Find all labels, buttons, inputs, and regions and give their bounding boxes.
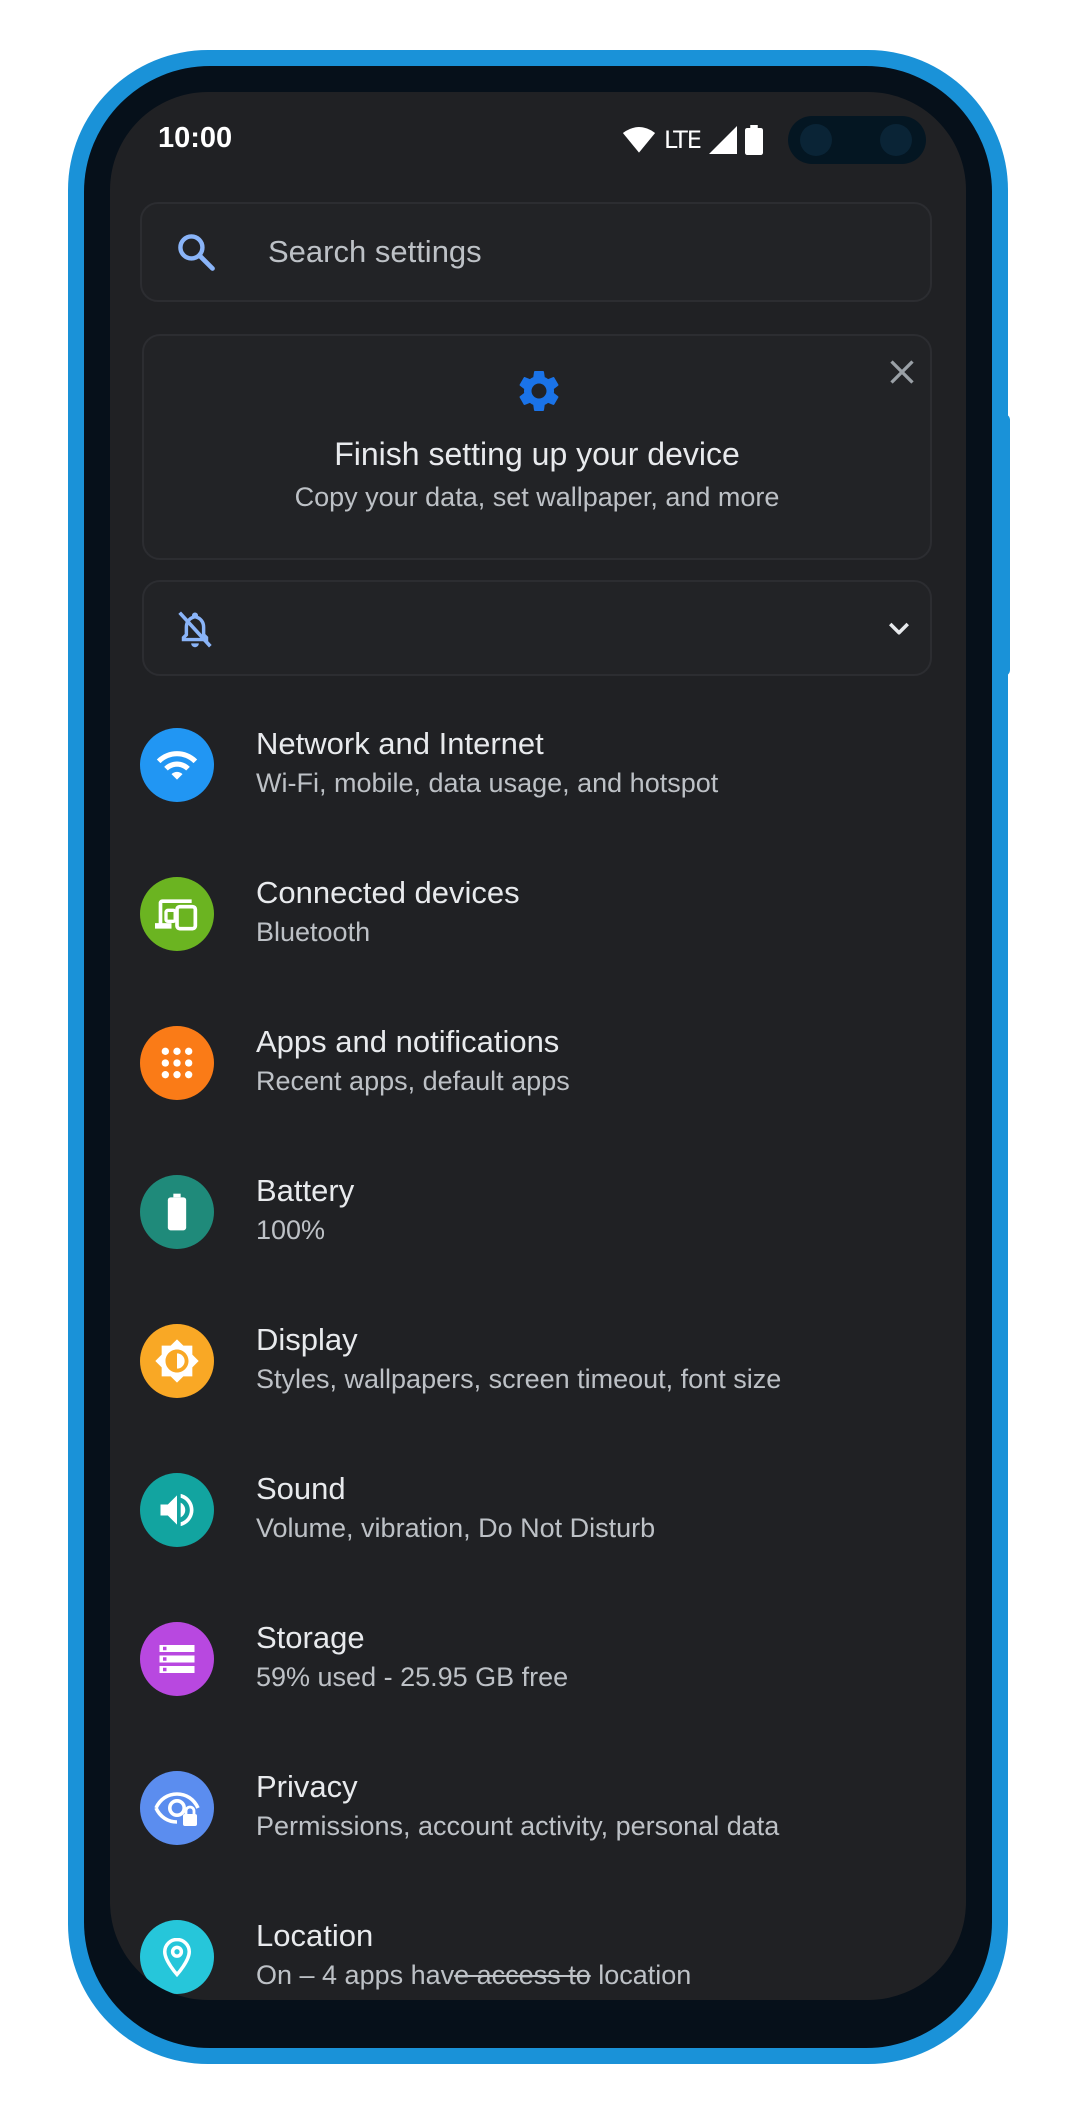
setting-subtitle: Volume, vibration, Do Not Disturb — [256, 1513, 656, 1543]
settings-list: Network and Internet Wi-Fi, mobile, data… — [110, 710, 966, 2000]
devices-icon — [140, 877, 214, 951]
setting-title: Privacy — [256, 1769, 358, 1804]
apps-grid-icon — [140, 1026, 214, 1100]
setting-title: Network and Internet — [256, 726, 544, 761]
dnd-conditional-card[interactable] — [142, 580, 932, 676]
setup-suggestion-card[interactable]: Finish setting up your device Copy your … — [142, 334, 932, 560]
location-subtitle-strike: e access to — [454, 1960, 591, 1990]
setting-subtitle: Recent apps, default apps — [256, 1066, 570, 1096]
setting-storage[interactable]: Storage 59% used - 25.95 GB free — [110, 1604, 966, 1753]
setting-display[interactable]: Display Styles, wallpapers, screen timeo… — [110, 1306, 966, 1455]
setting-title: Location — [256, 1918, 374, 1953]
network-type-label: LTE — [664, 126, 702, 154]
setting-title: Sound — [256, 1471, 346, 1506]
search-icon — [178, 234, 215, 271]
setting-subtitle: 59% used - 25.95 GB free — [256, 1662, 569, 1692]
search-bar[interactable] — [140, 202, 932, 302]
setup-card-subtitle: Copy your data, set wallpaper, and more — [294, 482, 780, 512]
setting-title: Connected devices — [256, 875, 520, 910]
setting-connected-devices[interactable]: Connected devices Bluetooth — [110, 859, 966, 1008]
wifi-icon — [140, 728, 214, 802]
gear-icon — [519, 371, 559, 411]
setting-battery[interactable]: Battery 100% — [110, 1157, 966, 1306]
setting-subtitle: On – 4 apps have access to location — [256, 1960, 691, 1991]
privacy-eye-icon — [140, 1771, 214, 1845]
location-subtitle-part: On – 4 apps hav — [256, 1960, 455, 1990]
setting-privacy[interactable]: Privacy Permissions, account activity, p… — [110, 1753, 966, 1902]
phone-frame: 10:00 LTE Search settings Finish setting… — [0, 0, 1080, 2116]
camera-lens-icon — [800, 124, 832, 156]
signal-icon — [708, 126, 737, 154]
setup-card-title: Finish setting up your device — [334, 436, 740, 472]
battery-status-icon — [744, 125, 763, 155]
setting-subtitle: Styles, wallpapers, screen timeout, font… — [256, 1364, 782, 1394]
setting-subtitle: Permissions, account activity, personal … — [256, 1811, 780, 1841]
location-pin-icon — [140, 1920, 214, 1994]
brightness-icon — [140, 1324, 214, 1398]
close-icon[interactable] — [884, 354, 920, 390]
setting-sound[interactable]: Sound Volume, vibration, Do Not Disturb — [110, 1455, 966, 1604]
chevron-down-icon[interactable] — [884, 614, 914, 644]
setting-subtitle: Bluetooth — [256, 917, 371, 947]
front-camera-cutout — [788, 116, 926, 164]
setting-network-internet[interactable]: Network and Internet Wi-Fi, mobile, data… — [110, 710, 966, 859]
wifi-status-icon — [622, 127, 656, 153]
setting-location[interactable]: Location On – 4 apps have access to loca… — [110, 1902, 966, 2000]
setting-title: Battery — [256, 1173, 355, 1208]
settings-screen: 10:00 LTE Search settings Finish setting… — [110, 92, 966, 2000]
storage-icon — [140, 1622, 214, 1696]
status-time: 10:00 — [158, 122, 233, 154]
camera-lens-icon — [880, 124, 912, 156]
setting-subtitle: Wi-Fi, mobile, data usage, and hotspot — [256, 768, 719, 798]
location-subtitle-part: location — [590, 1960, 692, 1990]
volume-icon — [140, 1473, 214, 1547]
setting-title: Display — [256, 1322, 358, 1357]
battery-icon — [140, 1175, 214, 1249]
setting-apps-notifications[interactable]: Apps and notifications Recent apps, defa… — [110, 1008, 966, 1157]
setting-subtitle: 100% — [256, 1215, 326, 1245]
setting-title: Apps and notifications — [256, 1024, 560, 1059]
setting-title: Storage — [256, 1620, 365, 1655]
notifications-off-icon — [178, 611, 212, 648]
status-icons: LTE — [622, 122, 763, 158]
status-bar: 10:00 LTE — [110, 92, 966, 192]
search-input[interactable] — [266, 204, 906, 300]
